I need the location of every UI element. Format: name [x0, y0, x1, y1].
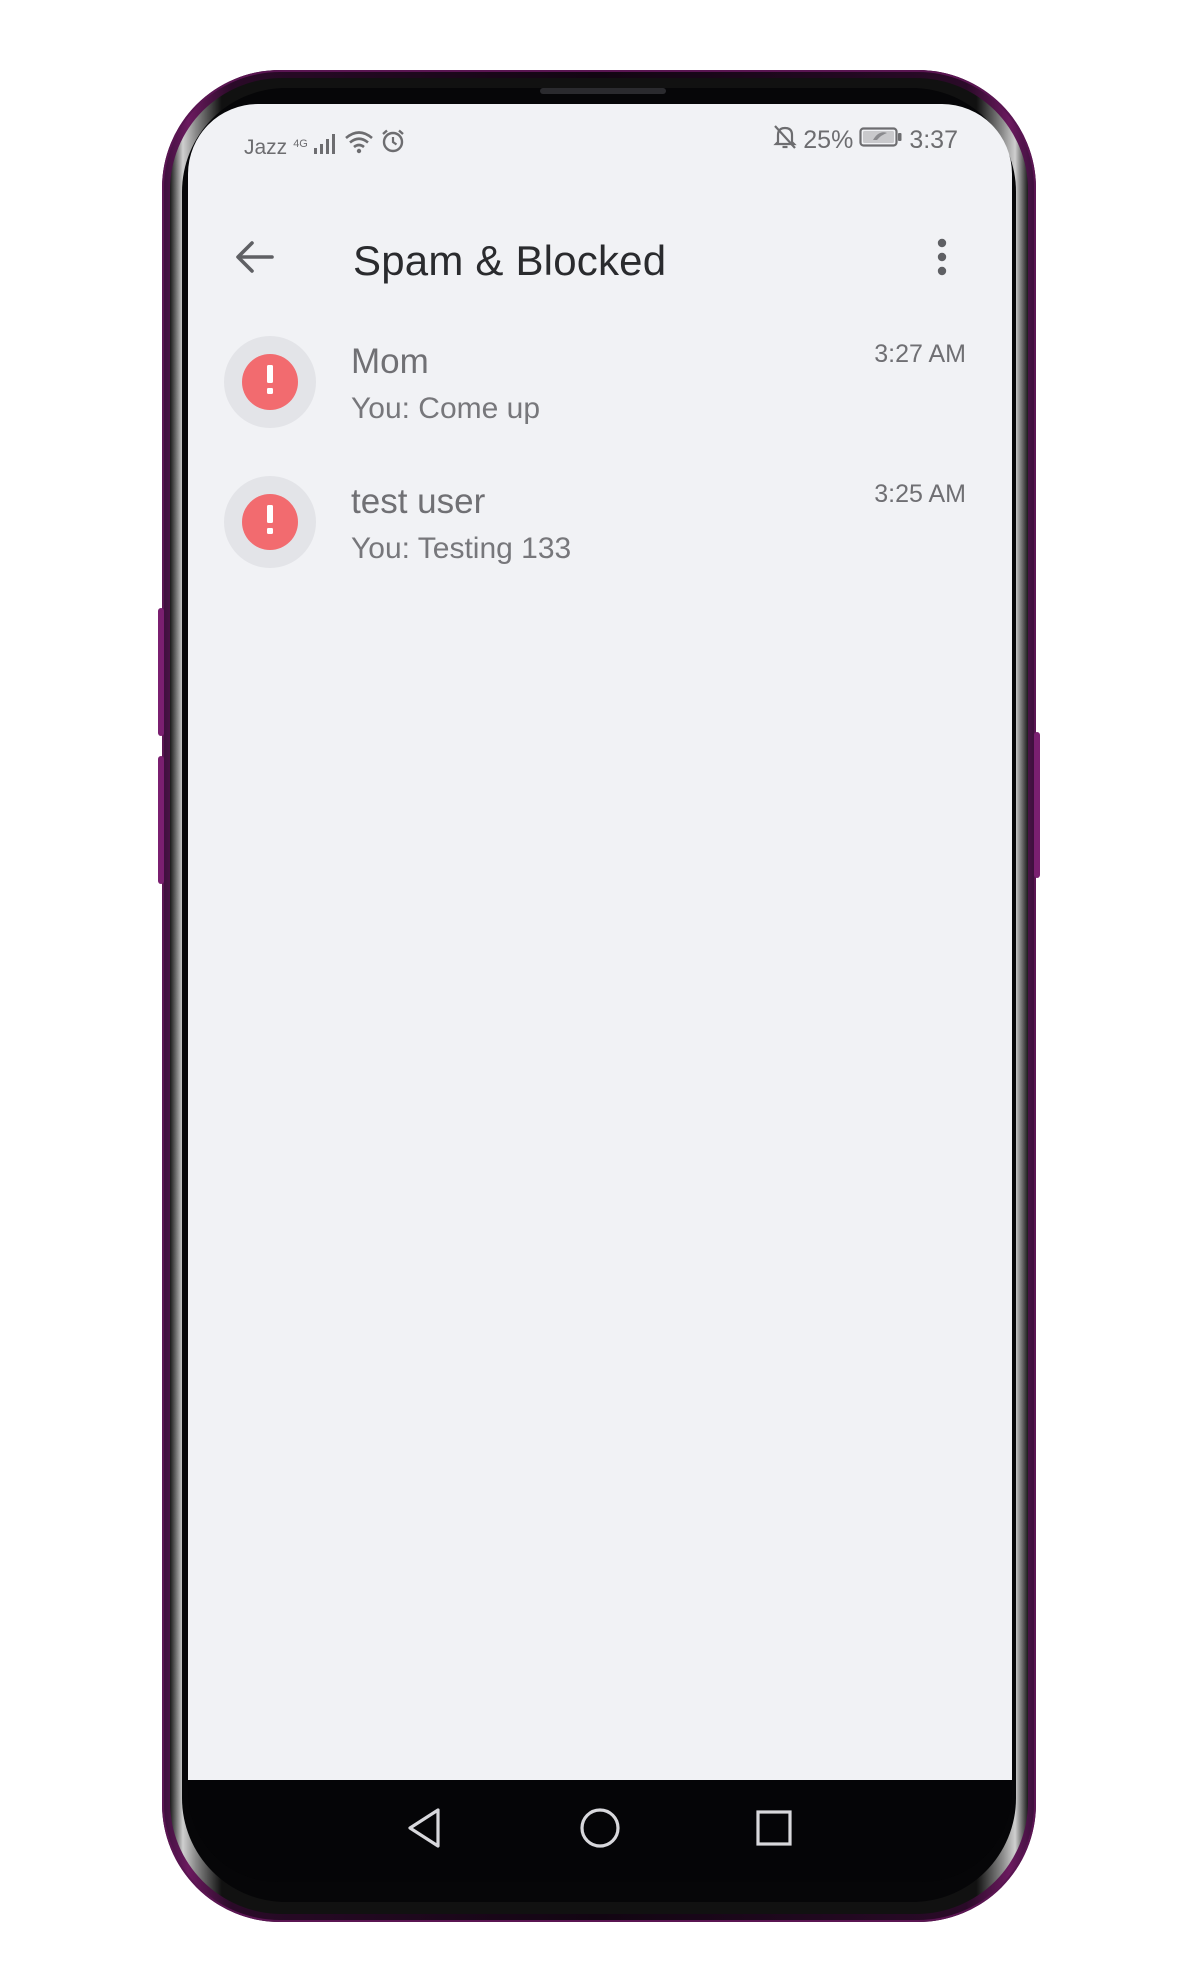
avatar	[224, 476, 316, 568]
page: Jazz 4G 25% 3:37 Spam & Blocked Mom You:…	[0, 0, 1197, 1986]
contact-name: test user	[351, 482, 486, 521]
status-bar: Jazz 4G 25% 3:37	[188, 104, 1012, 174]
back-triangle-icon	[404, 1806, 444, 1855]
nav-back-button[interactable]	[394, 1800, 454, 1860]
carrier-label: Jazz	[244, 136, 288, 159]
back-button[interactable]	[224, 229, 284, 289]
wifi-icon	[344, 130, 374, 160]
message-snippet: You: Come up	[351, 392, 541, 425]
message-time: 3:25 AM	[874, 480, 966, 508]
arrow-back-icon	[234, 240, 274, 279]
app-bar: Spam & Blocked	[188, 204, 1012, 314]
page-title: Spam & Blocked	[353, 237, 667, 284]
nav-recents-button[interactable]	[744, 1800, 804, 1860]
avatar	[224, 336, 316, 428]
contact-name: Mom	[351, 342, 429, 381]
volume-up-button	[158, 608, 164, 736]
conversation-item[interactable]: Mom You: Come up 3:27 AM	[188, 324, 1012, 464]
more-options-button[interactable]	[912, 229, 972, 289]
message-time: 3:27 AM	[874, 340, 966, 368]
navigation-bar	[188, 1780, 1012, 1882]
screen: Jazz 4G 25% 3:37 Spam & Blocked Mom You:…	[188, 104, 1012, 1780]
exclamation-icon	[265, 364, 275, 400]
more-vert-icon	[936, 237, 948, 282]
signal-icon	[313, 132, 338, 160]
network-type-label: 4G	[293, 138, 308, 150]
home-circle-icon	[578, 1806, 622, 1855]
status-left: Jazz 4G	[244, 128, 406, 160]
alarm-icon	[380, 128, 406, 160]
recents-square-icon	[754, 1808, 794, 1853]
spam-alert-badge	[242, 494, 298, 550]
mute-bell-icon	[773, 124, 797, 157]
status-right: 25% 3:37	[773, 124, 958, 157]
spam-alert-badge	[242, 354, 298, 410]
clock: 3:37	[909, 126, 958, 154]
battery-percent: 25%	[803, 126, 854, 154]
power-button	[1034, 732, 1040, 878]
nav-home-button[interactable]	[570, 1800, 630, 1860]
battery-icon	[859, 126, 903, 155]
volume-down-button	[158, 756, 164, 884]
earpiece	[540, 88, 666, 94]
conversation-item[interactable]: test user You: Testing 133 3:25 AM	[188, 464, 1012, 604]
exclamation-icon	[265, 504, 275, 540]
message-snippet: You: Testing 133	[351, 532, 572, 565]
